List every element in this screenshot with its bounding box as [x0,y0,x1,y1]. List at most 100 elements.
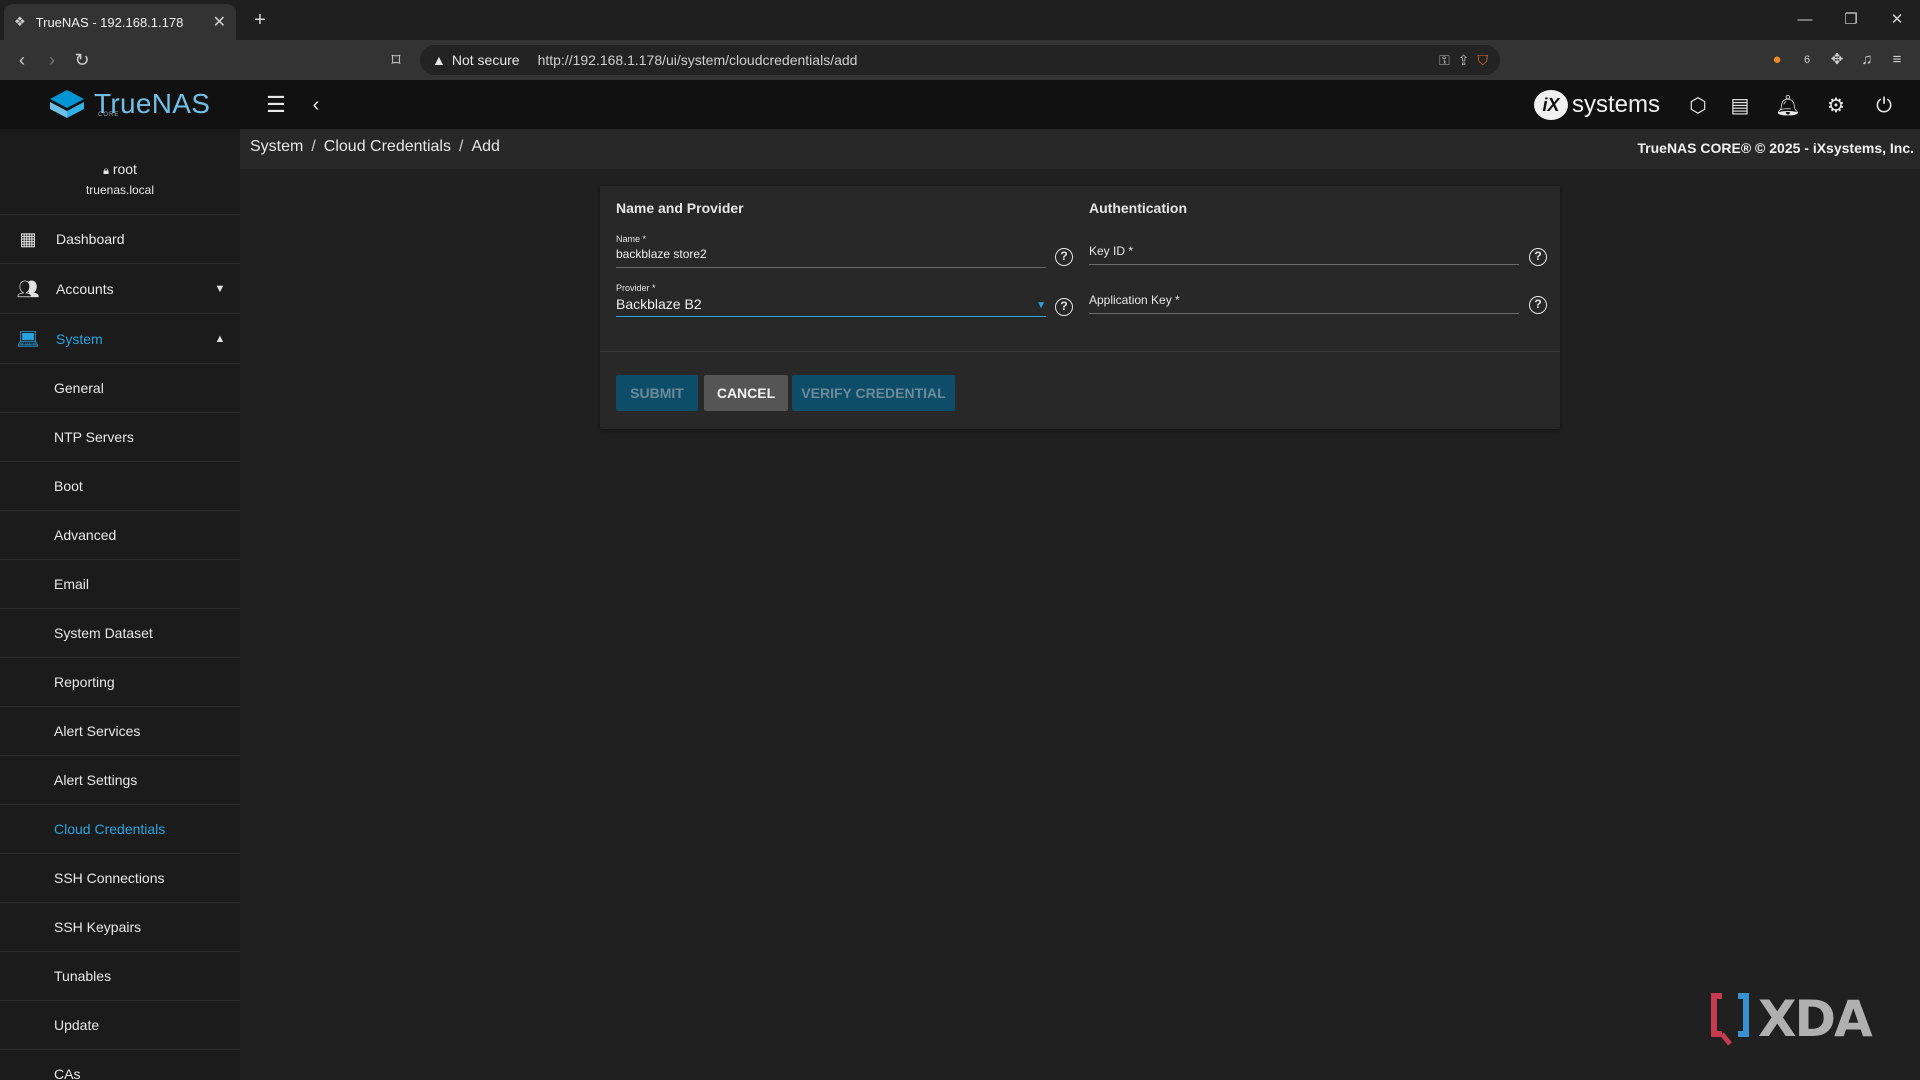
restore-window-button[interactable]: ❐ [1836,8,1866,32]
extension-icon[interactable]: ● [1766,49,1788,71]
sidebar-item-label: Dashboard [56,231,125,247]
name-input[interactable]: backblaze store2 [616,247,1046,265]
sidebar-subitem-general[interactable]: General [0,364,240,413]
bookmark-icon[interactable]: ⌑ [384,48,408,72]
name-field[interactable]: Name * backblaze store2 [616,234,1046,268]
sidebar-item-accounts[interactable]: 👥︎ Accounts ▼ [0,265,240,314]
power-icon[interactable]: ⏻ [1870,92,1898,120]
provider-help-icon[interactable]: ? [1055,298,1073,316]
minimize-window-button[interactable]: — [1790,8,1820,32]
laptop-icon: 💻︎ [16,328,40,349]
application-key-help-icon[interactable]: ? [1529,296,1547,314]
address-bar[interactable]: ▲ Not secure http://192.168.1.178/ui/sys… [420,45,1500,75]
provider-field-label: Provider * [616,283,656,293]
not-secure-label: Not secure [451,52,520,68]
puzzle-icon[interactable]: ✥ [1826,49,1848,71]
key-id-field[interactable]: Key ID * [1089,234,1519,265]
sidebar-subitem-advanced[interactable]: Advanced [0,511,240,560]
application-key-underline [1089,313,1519,314]
copyright-text: TrueNAS CORE® © 2025 - iXsystems, Inc. [1637,140,1914,156]
sidebar-item-label: System [56,331,103,347]
sidebar-item-system[interactable]: 💻︎ System ▲ [0,315,240,364]
key-id-underline [1089,264,1519,265]
name-field-underline [616,267,1046,268]
lock-icon: 🔒︎ [103,165,109,177]
sidebar-subitem-system-dataset[interactable]: System Dataset [0,609,240,658]
sidebar-subitem-ntp-servers[interactable]: NTP Servers [0,413,240,462]
key-id-placeholder: Key ID * [1089,244,1134,258]
menu-toggle-icon[interactable]: ☰ [262,92,290,118]
submit-button[interactable]: SUBMIT [616,375,698,411]
cancel-button[interactable]: CANCEL [704,375,788,411]
forward-button[interactable]: › [40,48,64,72]
sidebar-subitem-reporting[interactable]: Reporting [0,658,240,707]
warning-icon: ▲ [432,52,446,68]
cloud-credential-form-card: Name and Provider Authentication Name * … [600,186,1560,429]
close-tab-icon[interactable]: ✕ [213,12,226,32]
breadcrumb-add: Add [471,138,500,155]
section-name-and-provider: Name and Provider [616,200,744,216]
sidebar-subitem-ssh-connections[interactable]: SSH Connections [0,854,240,903]
sidebar: 🔒︎ root truenas.local ▦ Dashboard 👥︎ Acc… [0,129,240,1080]
security-indicator[interactable]: ▲ Not secure [432,52,530,68]
truenas-favicon-icon: ❖ [14,14,26,29]
reload-button[interactable]: ↻ [70,48,94,72]
collapse-sidebar-icon[interactable]: ‹ [306,92,326,118]
breadcrumb: System / Cloud Credentials / Add [250,138,500,156]
people-icon: 👥︎ [16,278,40,299]
application-key-placeholder: Application Key * [1089,293,1180,307]
logo-subtext: CORE [98,112,120,118]
notifications-bell-icon[interactable]: 🔔︎ [1774,92,1802,120]
key-id-help-icon[interactable]: ? [1529,248,1547,266]
vendor-text: systems [1572,91,1661,118]
key-icon[interactable]: ⚿ [1439,52,1450,69]
provider-field-underline [616,316,1046,317]
back-button[interactable]: ‹ [10,48,34,72]
sidebar-subitem-boot[interactable]: Boot [0,462,240,511]
brave-shield-icon[interactable]: ⛉ [1478,52,1489,69]
provider-select[interactable]: Provider * Backblaze B2 ▼ [616,283,1046,317]
sidebar-subitem-alert-services[interactable]: Alert Services [0,707,240,756]
new-tab-button[interactable]: + [248,8,272,32]
username-text: root [112,161,137,177]
sidebar-subitem-alert-settings[interactable]: Alert Settings [0,756,240,805]
user-info: 🔒︎ root truenas.local [0,129,240,215]
sidebar-item-dashboard[interactable]: ▦ Dashboard [0,215,240,264]
close-window-button[interactable]: ✕ [1882,8,1912,32]
application-key-field[interactable]: Application Key * [1089,283,1519,314]
media-icon[interactable]: ♫ [1856,49,1878,71]
clipboard-icon[interactable]: ▤ [1726,92,1754,120]
settings-gear-icon[interactable]: ⚙ [1822,92,1850,120]
truenas-mark-icon [50,90,84,118]
ixsystems-logo[interactable]: iX systems [1534,88,1660,122]
breadcrumb-separator: / [311,138,316,155]
breadcrumb-cloud-credentials[interactable]: Cloud Credentials [324,138,451,156]
sidebar-subitem-ssh-keypairs[interactable]: SSH Keypairs [0,903,240,952]
sidebar-item-label: Accounts [56,281,114,297]
provider-selected-value[interactable]: Backblaze B2 [616,296,1046,314]
truenas-logo[interactable]: TrueNAS CORE [48,86,210,122]
breadcrumb-system[interactable]: System [250,138,303,156]
sidebar-subitem-cas[interactable]: CAs [0,1050,240,1080]
truecommand-icon[interactable]: ⬡ [1684,92,1712,120]
url-text[interactable]: http://192.168.1.178/ui/system/cloudcred… [538,52,1432,68]
section-authentication: Authentication [1089,200,1187,216]
verify-credential-button[interactable]: VERIFY CREDENTIAL [792,375,955,411]
chevron-down-icon: ▼ [214,283,226,295]
hostname: truenas.local [85,183,155,197]
name-help-icon[interactable]: ? [1055,248,1073,266]
browser-tab[interactable]: ❖ TrueNAS - 192.168.1.178 ✕ [4,4,236,40]
sidebar-subitem-email[interactable]: Email [0,560,240,609]
sidebar-subitem-update[interactable]: Update [0,1001,240,1050]
extension-counter-icon[interactable]: 6 [1796,49,1818,71]
dropdown-arrow-icon[interactable]: ▼ [1036,300,1046,311]
chevron-up-icon: ▲ [214,333,226,345]
sidebar-subitem-cloud-credentials[interactable]: Cloud Credentials [0,805,240,854]
sidebar-subitem-tunables[interactable]: Tunables [0,952,240,1001]
tab-title: TrueNAS - 192.168.1.178 [35,14,184,30]
ix-badge-icon: iX [1534,90,1568,120]
form-divider [600,351,1560,352]
xda-text: XDA [1758,990,1873,1048]
share-icon[interactable]: ⇪ [1458,52,1470,69]
browser-menu-icon[interactable]: ≡ [1886,49,1908,71]
